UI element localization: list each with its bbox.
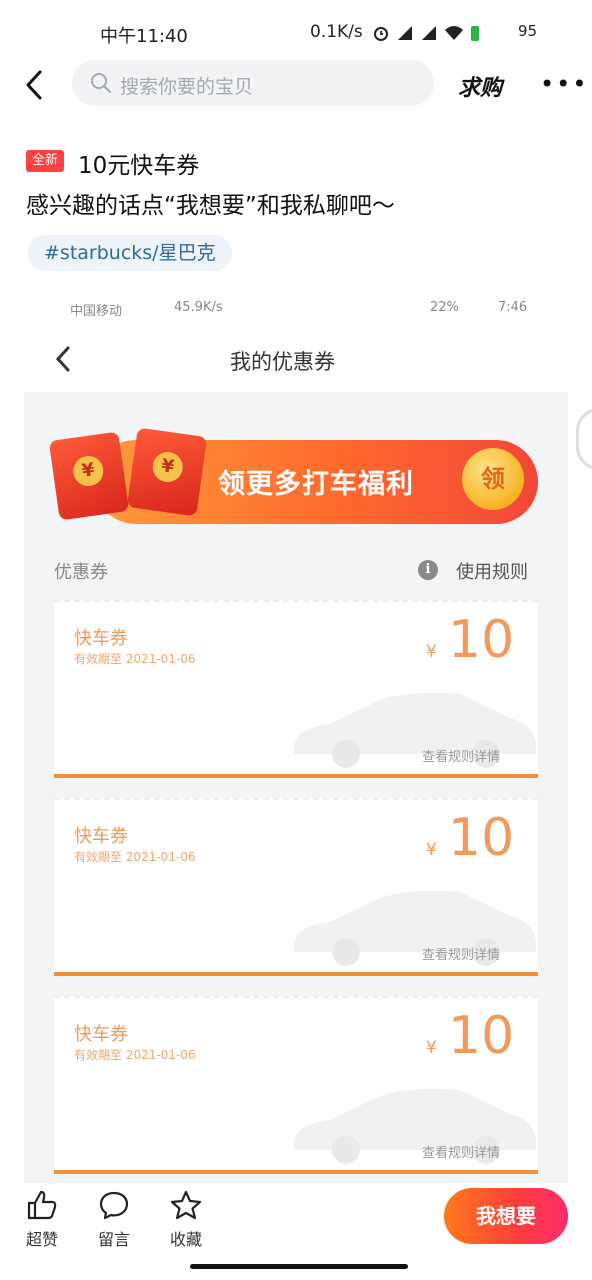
embedded-time: 7:46 bbox=[498, 300, 528, 315]
rules-link: 使用规则 bbox=[456, 562, 528, 583]
battery-level: 95 bbox=[518, 22, 538, 40]
listing-image[interactable]: 中国移动 45.9K/s 22% 7:46 我的优惠券 ¥ ¥ 领更多打车福利 … bbox=[24, 288, 568, 1183]
listing-description: 感兴趣的话点“我想要”和我私聊吧～ bbox=[26, 193, 395, 219]
info-icon: i bbox=[418, 560, 438, 580]
embedded-page-title: 我的优惠券 bbox=[230, 350, 335, 374]
car-icon bbox=[294, 1088, 536, 1164]
embedded-battery: 22% bbox=[430, 300, 459, 315]
promo-banner: ¥ ¥ 领更多打车福利 领 bbox=[48, 427, 538, 528]
status-time: 中午11:40 bbox=[100, 26, 188, 47]
chevron-left-icon bbox=[26, 70, 42, 100]
banner-coin-button: 领 bbox=[462, 448, 524, 510]
section-label: 优惠券 bbox=[54, 562, 108, 583]
condition-badge: 全新 bbox=[26, 150, 64, 172]
coupon-expiry: 有效期至 2021-01-06 bbox=[74, 850, 196, 864]
car-icon bbox=[294, 692, 536, 768]
coupon-list-area: ¥ ¥ 领更多打车福利 领 优惠券 i 使用规则 快车券 有效期至 2021-0… bbox=[24, 392, 568, 1183]
coupon-amount: 10 bbox=[448, 610, 515, 670]
coupon-name: 快车券 bbox=[74, 628, 128, 649]
star-icon bbox=[170, 1190, 202, 1220]
listing-title: 10元快车券 bbox=[78, 153, 200, 179]
more-options-button[interactable]: ••• bbox=[540, 70, 588, 98]
back-button[interactable] bbox=[18, 68, 54, 104]
like-label: 超赞 bbox=[25, 1230, 58, 1249]
want-button[interactable]: 我想要 bbox=[444, 1188, 568, 1244]
search-icon bbox=[91, 73, 111, 93]
coupon-expiry: 有效期至 2021-01-06 bbox=[74, 1048, 196, 1062]
coupon-currency: ¥ bbox=[426, 1038, 437, 1058]
coupon-currency: ¥ bbox=[426, 642, 437, 662]
status-bar: 中午11:40 0.1K/s 95 bbox=[0, 0, 592, 62]
coupon-name: 快车券 bbox=[74, 826, 128, 847]
topic-tag[interactable]: #starbucks/星巴克 bbox=[28, 235, 232, 271]
favorite-button[interactable]: 收藏 bbox=[156, 1190, 216, 1250]
page-title: 求购 bbox=[458, 76, 503, 101]
coupon-expiry: 有效期至 2021-01-06 bbox=[74, 652, 196, 666]
coupon-card: 快车券 有效期至 2021-01-06 ¥ 10 查看规则详情 bbox=[54, 600, 538, 778]
side-drawer-handle[interactable] bbox=[576, 408, 592, 470]
like-button[interactable]: 超赞 bbox=[12, 1190, 72, 1250]
coupon-card: 快车券 有效期至 2021-01-06 ¥ 10 查看规则详情 bbox=[54, 798, 538, 976]
favorite-label: 收藏 bbox=[169, 1230, 202, 1249]
comment-button[interactable]: 留言 bbox=[84, 1190, 144, 1250]
embedded-carrier: 中国移动 bbox=[70, 304, 123, 319]
thumbs-up-icon bbox=[27, 1190, 57, 1220]
coupon-details-link: 查看规则详情 bbox=[422, 948, 501, 963]
speech-bubble-icon bbox=[99, 1191, 129, 1220]
chevron-left-icon bbox=[55, 346, 70, 372]
red-envelope-icon: ¥ bbox=[48, 431, 130, 521]
red-envelope-icon: ¥ bbox=[126, 427, 208, 517]
home-indicator[interactable] bbox=[190, 1264, 408, 1269]
coupon-card: 快车券 有效期至 2021-01-06 ¥ 10 查看规则详情 bbox=[54, 996, 538, 1174]
coupon-name: 快车券 bbox=[74, 1024, 128, 1045]
coupon-amount: 10 bbox=[448, 1006, 515, 1066]
embedded-speed: 45.9K/s bbox=[174, 300, 223, 315]
comment-label: 留言 bbox=[97, 1230, 130, 1249]
network-speed: 0.1K/s bbox=[310, 22, 363, 42]
coupon-details-link: 查看规则详情 bbox=[422, 1146, 501, 1161]
wifi-icon bbox=[445, 26, 463, 40]
search-placeholder: 搜索你要的宝贝 bbox=[120, 76, 254, 98]
coupon-amount: 10 bbox=[448, 808, 515, 868]
coupon-currency: ¥ bbox=[426, 840, 437, 860]
search-bar[interactable]: 搜索你要的宝贝 bbox=[72, 60, 434, 106]
coupon-details-link: 查看规则详情 bbox=[422, 750, 501, 765]
signal-icon bbox=[398, 26, 412, 40]
banner-text: 领更多打车福利 bbox=[218, 469, 414, 500]
alarm-icon bbox=[374, 27, 388, 41]
battery-icon bbox=[471, 26, 479, 41]
car-icon bbox=[294, 890, 536, 966]
status-icons bbox=[372, 20, 480, 46]
signal-icon bbox=[422, 26, 436, 40]
bottom-action-bar: 超赞 留言 收藏 我想要 bbox=[0, 1184, 592, 1280]
